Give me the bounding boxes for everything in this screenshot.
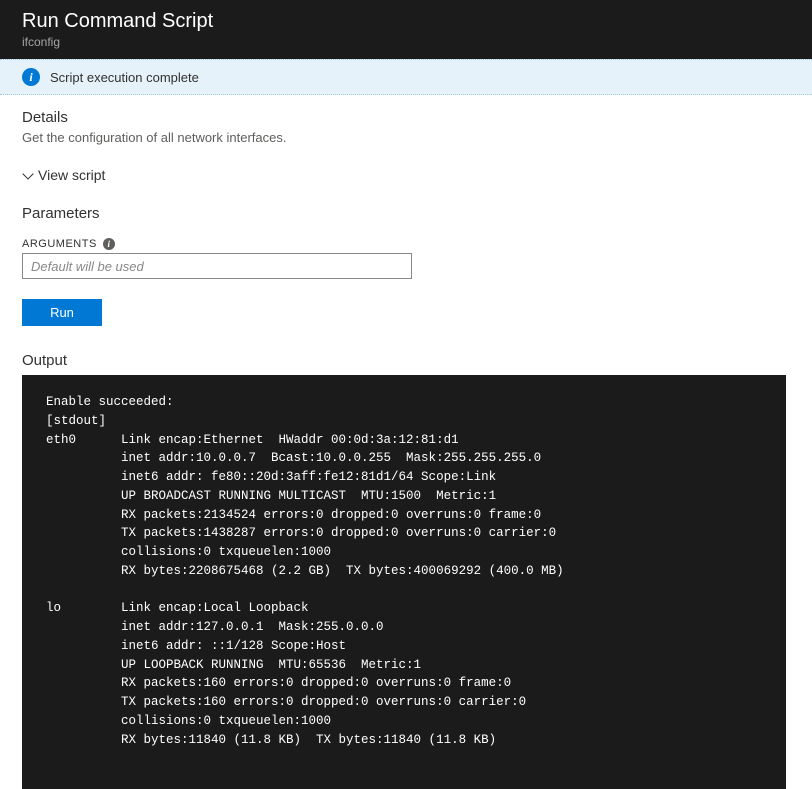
blade-subtitle: ifconfig: [22, 35, 790, 49]
output-terminal[interactable]: Enable succeeded: [stdout] eth0 Link enc…: [22, 375, 786, 789]
blade-title: Run Command Script: [22, 10, 790, 33]
arguments-label-row: ARGUMENTS i: [22, 238, 790, 250]
arguments-input[interactable]: [22, 253, 412, 279]
details-heading: Details: [22, 109, 790, 126]
parameters-heading: Parameters: [22, 205, 790, 222]
help-icon[interactable]: i: [103, 238, 115, 250]
chevron-down-icon: [22, 170, 32, 180]
view-script-label: View script: [38, 167, 105, 183]
info-icon: i: [22, 68, 40, 86]
run-button[interactable]: Run: [22, 299, 102, 326]
status-message: Script execution complete: [50, 70, 199, 85]
output-heading: Output: [22, 352, 790, 369]
view-script-toggle[interactable]: View script: [22, 167, 790, 183]
blade-header: Run Command Script ifconfig: [0, 0, 812, 59]
details-description: Get the configuration of all network int…: [22, 130, 790, 145]
content-area: Details Get the configuration of all net…: [0, 95, 812, 789]
status-bar: i Script execution complete: [0, 59, 812, 95]
arguments-label: ARGUMENTS: [22, 238, 97, 250]
